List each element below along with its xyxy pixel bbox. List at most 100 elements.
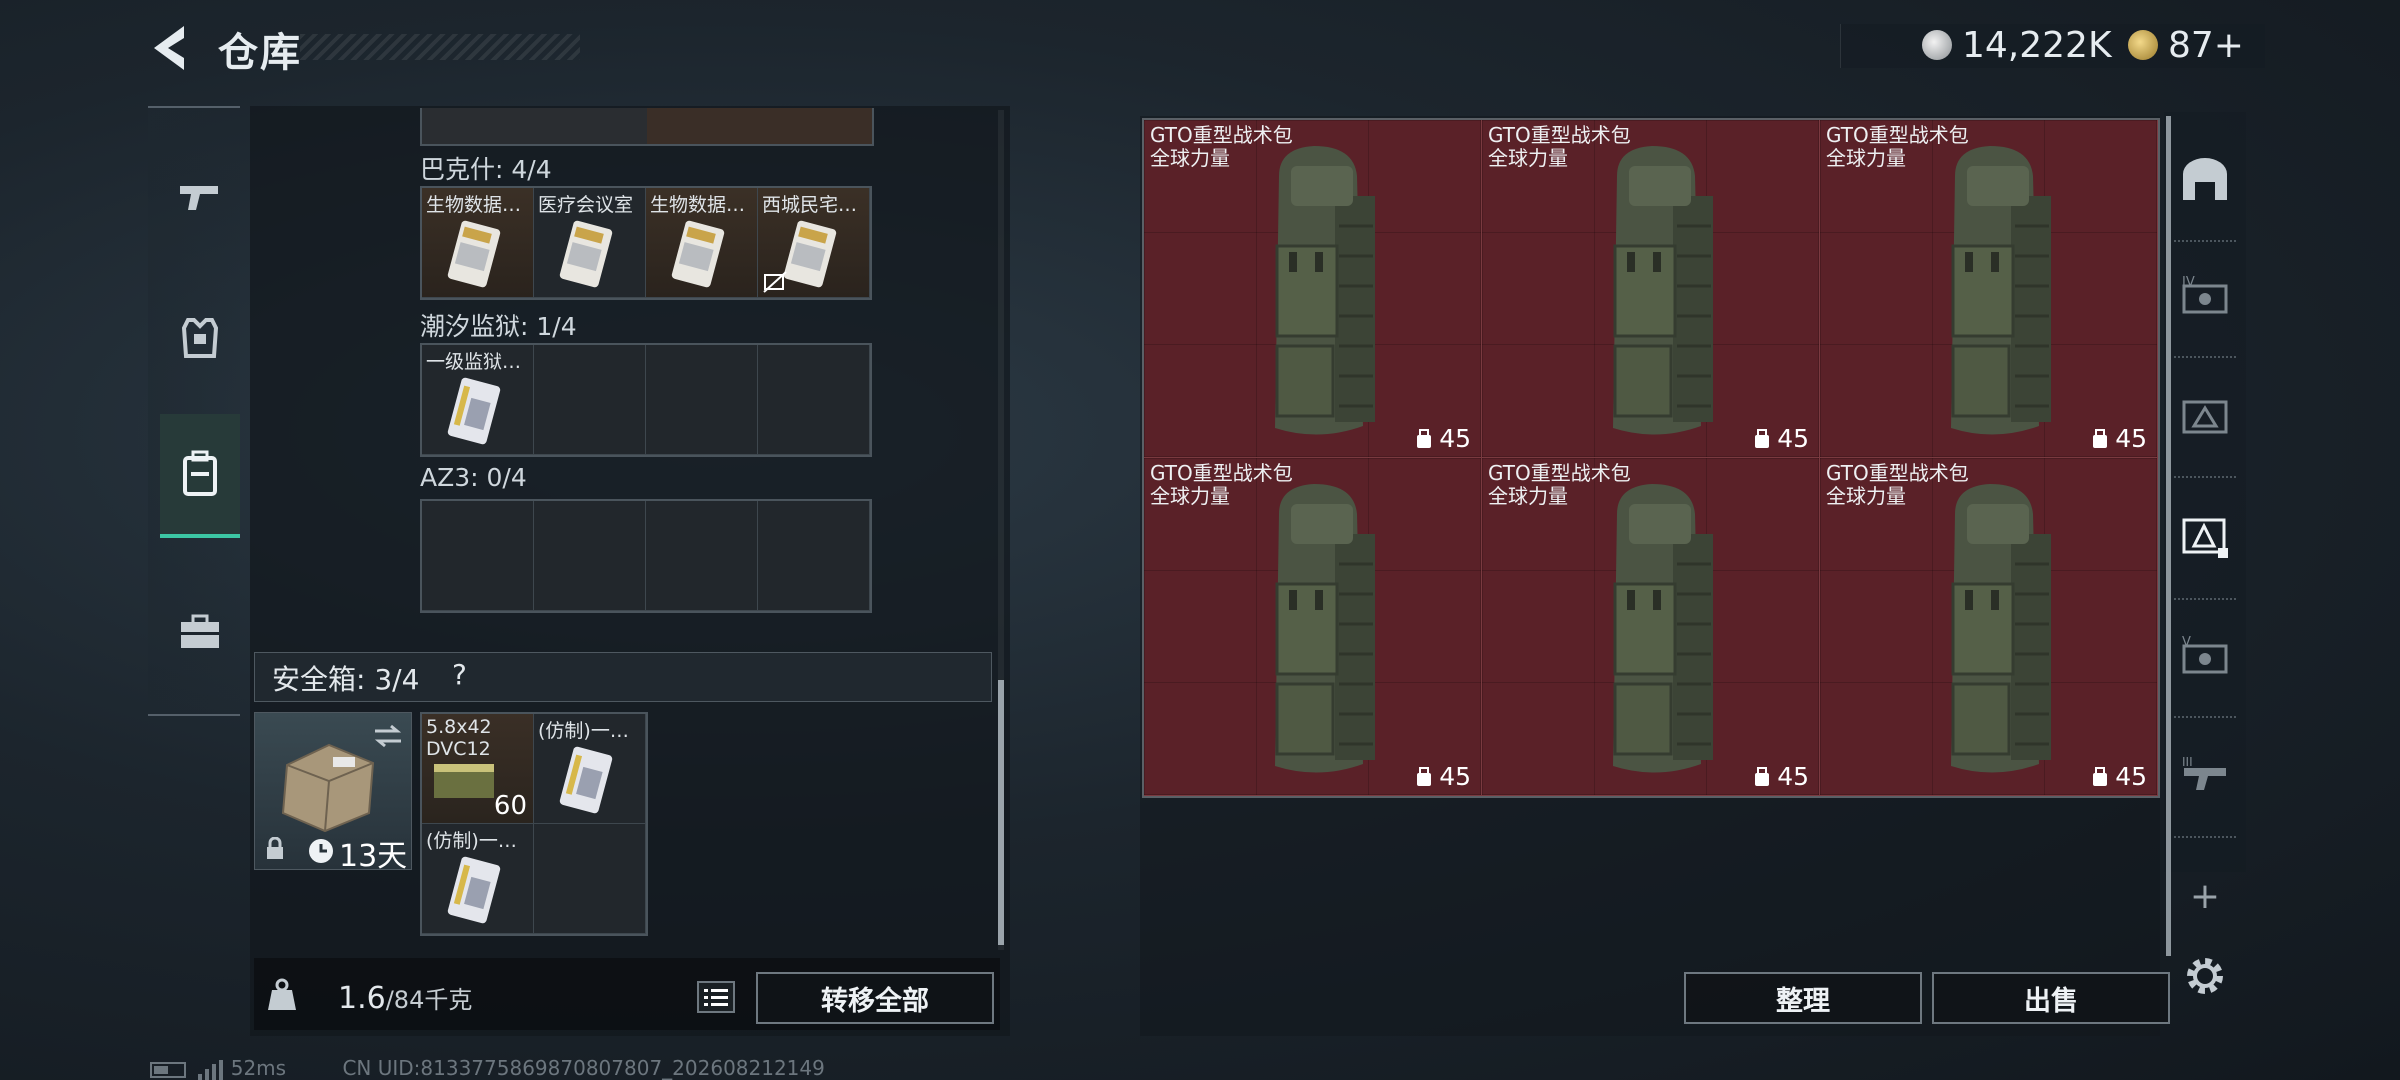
section-label-tide-prison: 潮汐监狱: 1/4 <box>420 312 577 341</box>
storage-iii-icon <box>2182 400 2228 434</box>
empty-slot[interactable] <box>534 345 646 455</box>
keycard-slot[interactable]: 西城民宅… <box>758 188 870 298</box>
safe-case-icon <box>281 743 375 833</box>
keycard-icon <box>559 220 613 288</box>
armor-vest-icon <box>181 318 219 358</box>
battery-icon <box>150 1061 186 1078</box>
storage-gun-icon: III <box>2182 755 2226 790</box>
keycard-icon <box>783 220 837 288</box>
backpack-grid: GTO重型战术包 全球力量 45 GTO重型战术包 全球力量 45 GTO重型战术包 全球力量… <box>1142 118 2160 798</box>
gold-currency[interactable]: 87+ <box>2128 22 2244 68</box>
keycard-icon <box>447 856 501 924</box>
backpack-image <box>1951 484 2051 773</box>
gold-coin-icon <box>2128 30 2158 60</box>
empty-slot[interactable] <box>758 345 870 455</box>
silver-coin-icon <box>1922 30 1952 60</box>
backpack-level-icon <box>1417 428 1432 448</box>
backpack-item[interactable]: GTO重型战术包 全球力量 45 <box>1482 458 1820 796</box>
transfer-all-button[interactable]: 转移全部 <box>756 972 994 1024</box>
backpack-item[interactable]: GTO重型战术包 全球力量 45 <box>1820 458 2158 796</box>
backpack-image <box>1275 484 1375 773</box>
keycard-icon <box>671 220 725 288</box>
backpack-icon <box>183 450 217 496</box>
empty-slot[interactable] <box>534 824 646 934</box>
keycard-row-partial <box>420 108 874 146</box>
tab-separator <box>2174 476 2236 478</box>
backpack-level: 45 <box>1415 424 1471 453</box>
backpack-image <box>1275 146 1375 435</box>
user-uid: CN UID:8133775869870807807_202608212149 <box>342 1056 825 1080</box>
nav-weapons[interactable] <box>160 148 240 248</box>
storage-iv-icon: IV <box>2182 275 2228 314</box>
empty-slot[interactable] <box>534 501 646 611</box>
title-decoration <box>300 34 580 60</box>
backpack-item[interactable]: GTO重型战术包 全球力量 45 <box>1144 120 1482 458</box>
tab-separator <box>2174 240 2236 242</box>
weight-icon <box>268 978 296 1010</box>
backpack-item[interactable]: GTO重型战术包 全球力量 45 <box>1144 458 1482 796</box>
backpack-level-icon <box>1755 766 1770 786</box>
sell-button[interactable]: 出售 <box>1932 972 2170 1024</box>
keycard-slot[interactable]: 一级监狱… <box>422 345 534 455</box>
empty-slot[interactable] <box>758 501 870 611</box>
settings-button[interactable] <box>2164 926 2246 1026</box>
keycard-icon <box>447 220 501 288</box>
nav-case[interactable] <box>160 582 240 682</box>
keycard-slot[interactable]: (仿制)一… <box>534 714 646 824</box>
tab-storage-all[interactable] <box>2164 130 2246 230</box>
swap-icon[interactable] <box>373 723 403 749</box>
clock-icon <box>309 839 333 863</box>
empty-slot[interactable] <box>422 501 534 611</box>
backpack-level: 45 <box>2091 424 2147 453</box>
back-arrow-icon[interactable] <box>148 22 194 74</box>
safe-box-label: 安全箱: 3/4 <box>272 663 420 696</box>
section-label-bakesh: 巴克什: 4/4 <box>420 155 552 184</box>
backpack-level-icon <box>2093 428 2108 448</box>
safe-box-duration: 13天 <box>339 839 408 874</box>
keycard-slot[interactable]: 医疗会议室 <box>534 188 646 298</box>
list-view-icon[interactable] <box>696 980 736 1014</box>
tab-storage-weapons[interactable]: III <box>2164 726 2246 826</box>
keycard-icon <box>559 746 613 814</box>
backpack-item[interactable]: GTO重型战术包 全球力量 45 <box>1820 120 2158 458</box>
section-label-az3: AZ3: 0/4 <box>420 463 527 492</box>
keycard-slot[interactable]: 生物数据… <box>646 188 758 298</box>
safe-box-container[interactable]: 13天 <box>254 712 412 874</box>
svg-text:V: V <box>2182 635 2191 650</box>
backpack-level: 45 <box>1753 424 1809 453</box>
ammo-slot[interactable]: 5.8x42 DVC12 60 <box>422 714 534 824</box>
backpack-level: 45 <box>1415 762 1471 791</box>
help-icon[interactable]: ? <box>452 658 467 691</box>
tab-separator <box>2174 836 2236 838</box>
lock-icon <box>267 837 283 859</box>
backpack-image <box>1613 146 1713 435</box>
backpack-level: 45 <box>1753 762 1809 791</box>
ammo-box-icon <box>434 764 494 798</box>
no-trade-icon <box>763 271 787 293</box>
keycard-slot[interactable]: (仿制)一… <box>422 824 534 934</box>
keycard-icon <box>447 377 501 445</box>
tab-storage-3[interactable] <box>2164 364 2246 464</box>
tab-storage-active[interactable] <box>2164 486 2246 586</box>
nav-armor[interactable] <box>160 288 240 388</box>
tab-separator <box>2174 598 2236 600</box>
nav-backpack[interactable] <box>160 414 240 538</box>
empty-slot[interactable] <box>646 345 758 455</box>
backpack-item[interactable]: GTO重型战术包 全球力量 45 <box>1482 120 1820 458</box>
storage-building-icon <box>2183 158 2227 200</box>
gun-icon <box>180 186 218 210</box>
ping: 52ms <box>230 1056 287 1080</box>
tab-storage-5[interactable]: V <box>2164 606 2246 706</box>
backpack-level-icon <box>2093 766 2108 786</box>
empty-slot[interactable] <box>646 501 758 611</box>
sort-button[interactable]: 整理 <box>1684 972 1922 1024</box>
svg-text:IV: IV <box>2182 275 2195 290</box>
tab-storage-4[interactable]: IV <box>2164 246 2246 346</box>
keycard-slot[interactable]: 生物数据… <box>422 188 534 298</box>
scrollbar-thumb[interactable] <box>998 680 1004 945</box>
tab-separator <box>2174 716 2236 718</box>
status-bar: 52ms CN UID:8133775869870807807_20260821… <box>150 1056 825 1080</box>
briefcase-icon <box>181 614 219 648</box>
backpack-image <box>1613 484 1713 773</box>
keycard-grid-az3 <box>420 499 872 613</box>
